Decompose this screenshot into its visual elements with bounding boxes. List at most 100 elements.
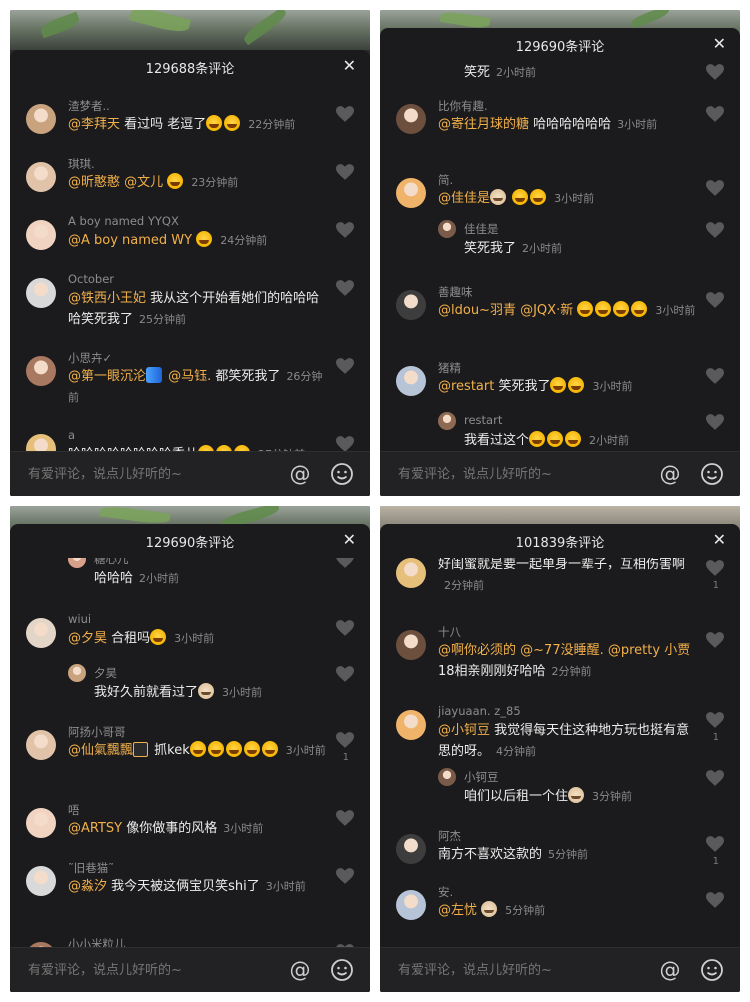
- like-heart-icon[interactable]: [706, 560, 724, 576]
- avatar[interactable]: [26, 356, 56, 386]
- like-heart-icon[interactable]: [336, 868, 354, 884]
- commenter-name[interactable]: 猪精: [438, 360, 461, 376]
- like-heart-icon[interactable]: [336, 358, 354, 374]
- commenter-name[interactable]: 糖心儿: [94, 558, 129, 567]
- like-heart-icon[interactable]: [336, 620, 354, 636]
- avatar[interactable]: [396, 178, 426, 208]
- avatar[interactable]: [396, 630, 426, 660]
- avatar[interactable]: [68, 664, 86, 682]
- mention-link[interactable]: @restart: [438, 379, 494, 394]
- mention-at-button[interactable]: @: [658, 958, 682, 982]
- mention-link[interactable]: @马钰.: [168, 369, 211, 384]
- commenter-name[interactable]: jiayuaan. z_85: [438, 704, 521, 718]
- mention-link[interactable]: @文儿: [124, 175, 163, 190]
- commenter-name[interactable]: restart: [464, 413, 502, 427]
- close-icon[interactable]: ✕: [713, 36, 726, 52]
- mention-link[interactable]: @pretty 小贾: [608, 643, 690, 658]
- avatar[interactable]: [26, 730, 56, 760]
- emoji-smile-icon[interactable]: [700, 462, 724, 486]
- mention-link[interactable]: @JQX·新: [520, 303, 573, 318]
- mention-link[interactable]: @~77没睡醒.: [520, 643, 604, 658]
- avatar[interactable]: [396, 366, 426, 396]
- avatar[interactable]: [26, 220, 56, 250]
- comment-list[interactable]: 糖心儿 哈哈哈 2小时前 wiui @夕昊 合租吗 3小时前 夕昊 我好久前就看过了 3小时前阿…: [10, 558, 370, 948]
- avatar[interactable]: [396, 834, 426, 864]
- mention-at-button[interactable]: @: [658, 462, 682, 486]
- comment-input[interactable]: [396, 948, 650, 992]
- mention-link[interactable]: @铁西小王妃: [68, 291, 146, 306]
- like-heart-icon[interactable]: [706, 180, 724, 196]
- like-heart-icon[interactable]: [706, 292, 724, 308]
- commenter-name[interactable]: 渣梦者..: [68, 98, 110, 114]
- like-heart-icon[interactable]: [336, 164, 354, 180]
- commenter-name[interactable]: 十八: [438, 624, 461, 640]
- close-icon[interactable]: ✕: [713, 532, 726, 548]
- mention-link[interactable]: @佳佳是: [438, 191, 490, 206]
- like-heart-icon[interactable]: [336, 106, 354, 122]
- close-icon[interactable]: ✕: [343, 532, 356, 548]
- comment-list[interactable]: 笑死 2小时前 比你有趣. @寄往月球的糖 哈哈哈哈哈哈 3小时前 简. @佳佳是 3小时前…: [380, 62, 740, 452]
- avatar[interactable]: [26, 866, 56, 896]
- mention-link[interactable]: @左忧: [438, 903, 477, 918]
- like-heart-icon[interactable]: [706, 106, 724, 122]
- mention-link[interactable]: @寄往月球的糖: [438, 117, 529, 132]
- mention-link[interactable]: @仙氣飄飄: [68, 743, 133, 758]
- commenter-name[interactable]: 比你有趣.: [438, 98, 488, 114]
- like-heart-icon[interactable]: [706, 892, 724, 908]
- like-heart-icon[interactable]: [706, 712, 724, 728]
- commenter-name[interactable]: ˜旧巷猫˜: [68, 860, 114, 876]
- commenter-name[interactable]: a: [68, 428, 75, 442]
- like-heart-icon[interactable]: [706, 414, 724, 430]
- avatar[interactable]: [26, 808, 56, 838]
- avatar[interactable]: [68, 558, 86, 568]
- emoji-smile-icon[interactable]: [330, 958, 354, 982]
- avatar[interactable]: [26, 618, 56, 648]
- commenter-name[interactable]: wiui: [68, 612, 91, 626]
- commenter-name[interactable]: 小思卉✓: [68, 350, 112, 366]
- commenter-name[interactable]: 阿杰: [438, 828, 461, 844]
- commenter-name[interactable]: 唔: [68, 802, 80, 818]
- mention-link[interactable]: @第一眼沉沦: [68, 369, 146, 384]
- avatar[interactable]: [396, 890, 426, 920]
- like-heart-icon[interactable]: [706, 64, 724, 80]
- avatar[interactable]: [396, 104, 426, 134]
- mention-at-button[interactable]: @: [288, 958, 312, 982]
- avatar[interactable]: [438, 412, 456, 430]
- comment-list[interactable]: 渣梦者.. @李拜天 看过吗 老逗了 22分钟前 琪琪. @昕憨憨 @文儿 23分钟前 A…: [10, 84, 370, 452]
- comment-input[interactable]: [26, 452, 280, 496]
- like-heart-icon[interactable]: [706, 770, 724, 786]
- commenter-name[interactable]: 简.: [438, 172, 453, 188]
- comment-input[interactable]: [26, 948, 280, 992]
- commenter-name[interactable]: 安.: [438, 884, 453, 900]
- like-heart-icon[interactable]: [336, 436, 354, 452]
- like-heart-icon[interactable]: [706, 632, 724, 648]
- mention-link[interactable]: @昕憨憨: [68, 175, 120, 190]
- mention-link[interactable]: @啊你必须的: [438, 643, 516, 658]
- avatar[interactable]: [438, 220, 456, 238]
- avatar[interactable]: [26, 162, 56, 192]
- commenter-name[interactable]: 琪琪.: [68, 156, 95, 172]
- mention-at-button[interactable]: @: [288, 462, 312, 486]
- commenter-name[interactable]: 佳佳是: [464, 221, 499, 237]
- avatar[interactable]: [396, 290, 426, 320]
- like-heart-icon[interactable]: [336, 810, 354, 826]
- avatar[interactable]: [26, 278, 56, 308]
- mention-link[interactable]: @A boy named WY: [68, 233, 192, 248]
- commenter-name[interactable]: 善趣味: [438, 284, 473, 300]
- mention-link[interactable]: @夕昊: [68, 631, 107, 646]
- mention-link[interactable]: @ldou~羽青: [438, 303, 516, 318]
- avatar[interactable]: [438, 768, 456, 786]
- mention-link[interactable]: @淼汐: [68, 879, 107, 894]
- commenter-name[interactable]: 夕昊: [94, 665, 117, 681]
- mention-link[interactable]: @ARTSY: [68, 821, 122, 836]
- avatar[interactable]: [396, 710, 426, 740]
- like-heart-icon[interactable]: [336, 666, 354, 682]
- like-heart-icon[interactable]: [336, 732, 354, 748]
- like-heart-icon[interactable]: [336, 280, 354, 296]
- emoji-smile-icon[interactable]: [700, 958, 724, 982]
- avatar[interactable]: [396, 558, 426, 588]
- mention-link[interactable]: @李拜天: [68, 117, 120, 132]
- like-heart-icon[interactable]: [706, 836, 724, 852]
- commenter-name[interactable]: 小钶豆: [464, 769, 499, 785]
- comment-list[interactable]: 好闺蜜就是要一起单身一辈子，互相伤害啊2分钟前 1 十八 @啊你必须的 @~77没睡醒…: [380, 558, 740, 948]
